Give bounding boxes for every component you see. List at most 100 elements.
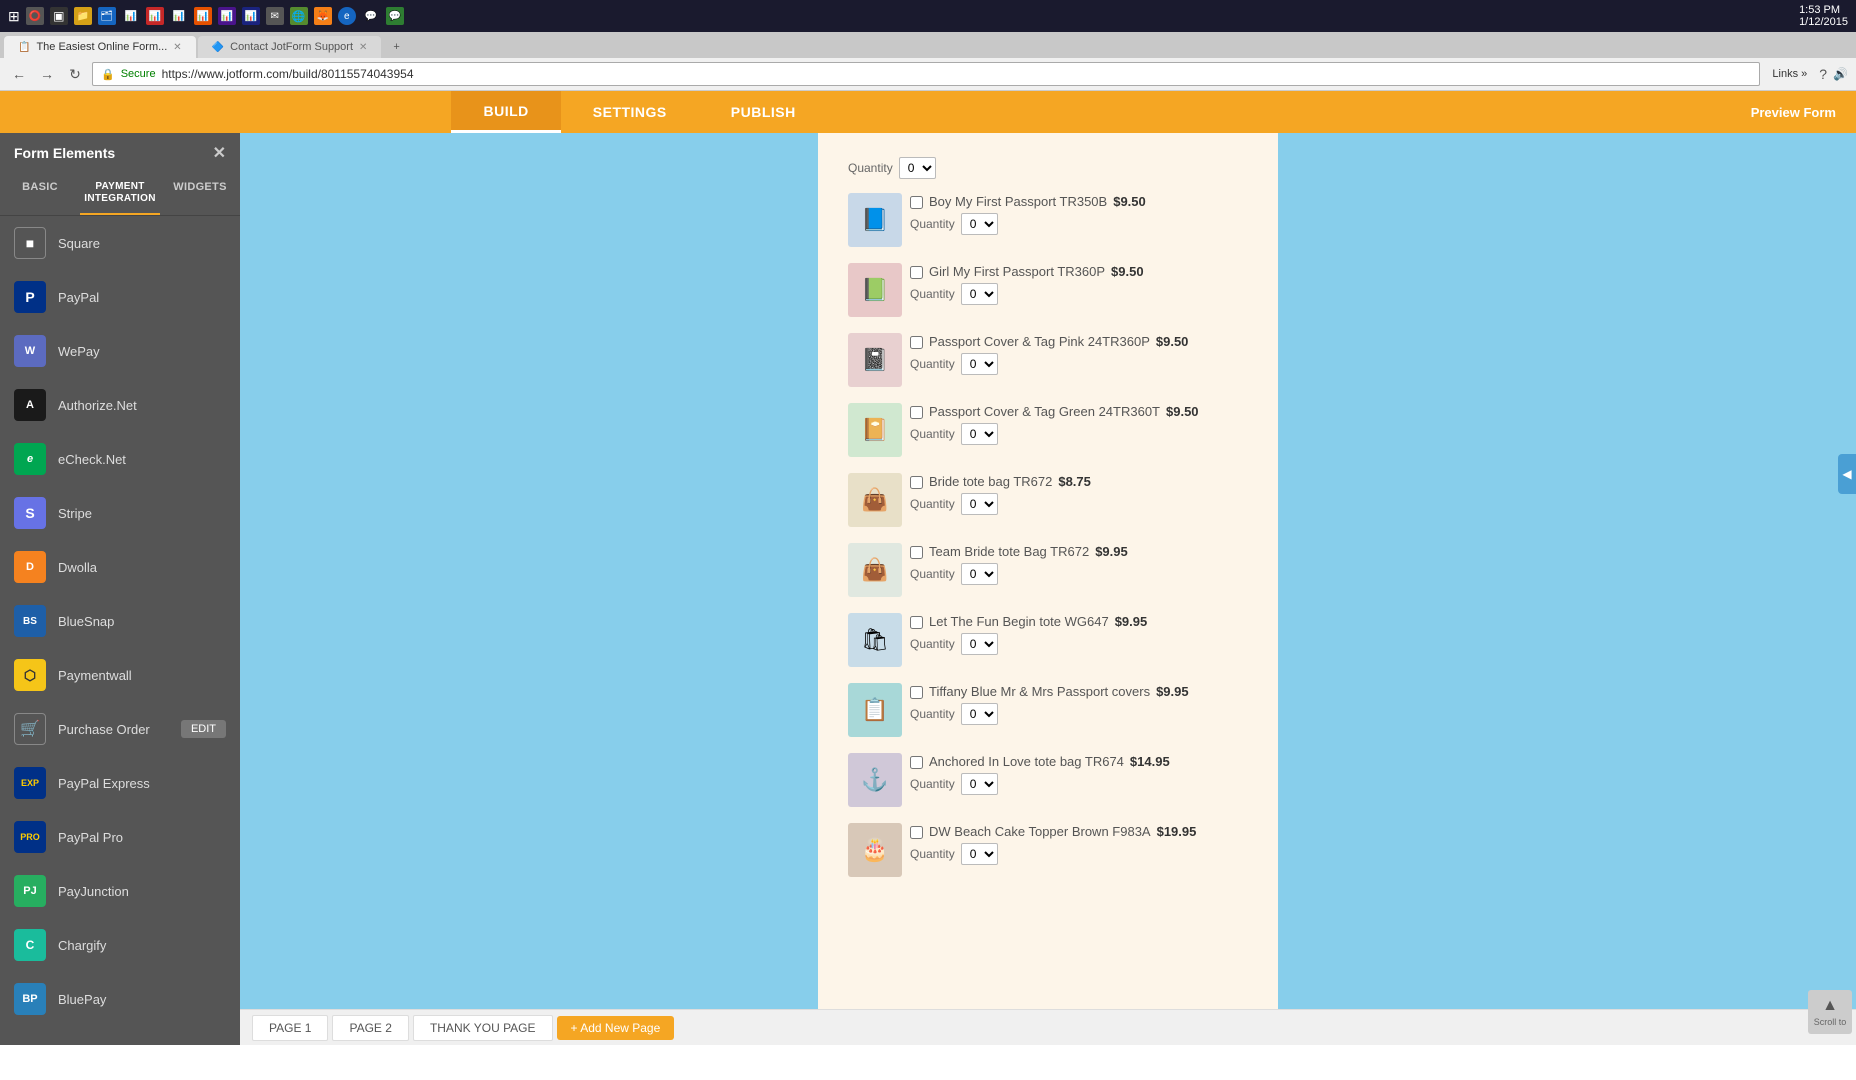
nav-tab-build[interactable]: BUILD	[451, 91, 560, 133]
product-qty-4: Quantity 012	[910, 423, 1248, 445]
nav-tab-publish[interactable]: PUBLISH	[699, 91, 828, 133]
sidebar-item-paypalexpress[interactable]: EXP PayPal Express	[0, 756, 240, 810]
add-page-button[interactable]: + Add New Page	[557, 1016, 675, 1040]
sidebar-item-paypal[interactable]: P PayPal	[0, 270, 240, 324]
taskbar-icon-7[interactable]: 📊	[170, 7, 188, 25]
taskbar-icon-10[interactable]: 📊	[242, 7, 260, 25]
tab-widgets[interactable]: WIDGETS	[160, 173, 240, 215]
taskbar-icon-15[interactable]: 💬	[362, 7, 380, 25]
sidebar-close-button[interactable]: ✕	[213, 143, 226, 163]
product-checkbox-1[interactable]	[910, 196, 923, 209]
sidebar-item-stripe[interactable]: S Stripe	[0, 486, 240, 540]
product-name-4: Passport Cover & Tag Green 24TR360T	[929, 404, 1160, 419]
sidebar-item-square[interactable]: ■ Square	[0, 216, 240, 270]
tab-basic[interactable]: BASIC	[0, 173, 80, 215]
taskbar-icon-12[interactable]: 🌐	[290, 7, 308, 25]
sidebar-item-paymentwall[interactable]: ⬡ Paymentwall	[0, 648, 240, 702]
browser-new-tab[interactable]: +	[383, 36, 409, 58]
qty-select-8[interactable]: 012	[961, 703, 998, 725]
taskbar-icon-9[interactable]: 📊	[218, 7, 236, 25]
sidebar-item-payjunction[interactable]: PJ PayJunction	[0, 864, 240, 918]
address-bar[interactable]: 🔒 Secure https://www.jotform.com/build/8…	[92, 62, 1760, 86]
sidebar-item-wepay[interactable]: W WePay	[0, 324, 240, 378]
qty-label-10: Quantity	[910, 847, 955, 861]
refresh-button[interactable]: ↻	[64, 63, 86, 85]
sidebar-item-purchase[interactable]: 🛒 Purchase Order EDIT	[0, 702, 240, 756]
product-details-1: Boy My First Passport TR350B $9.50 Quant…	[910, 193, 1248, 235]
sidebar-item-dwolla[interactable]: D Dwolla	[0, 540, 240, 594]
taskbar-icon-16[interactable]: 💬	[386, 7, 404, 25]
product-details-10: DW Beach Cake Topper Brown F983A $19.95 …	[910, 823, 1248, 865]
sidebar-item-chargify[interactable]: C Chargify	[0, 918, 240, 972]
qty-select-2[interactable]: 012	[961, 283, 998, 305]
product-checkbox-7[interactable]	[910, 616, 923, 629]
browser-tab-1[interactable]: 📋 The Easiest Online Form... ✕	[4, 36, 196, 58]
nav-tab-settings[interactable]: SETTINGS	[561, 91, 699, 133]
taskbar-icon-6[interactable]: 📊	[146, 7, 164, 25]
taskbar-icon-14[interactable]: e	[338, 7, 356, 25]
product-checkbox-6[interactable]	[910, 546, 923, 559]
qty-select-6[interactable]: 012	[961, 563, 998, 585]
qty-select-5[interactable]: 012	[961, 493, 998, 515]
sidebar-item-echeck[interactable]: e eCheck.Net	[0, 432, 240, 486]
sidebar-item-authorize[interactable]: A Authorize.Net	[0, 378, 240, 432]
product-checkbox-4[interactable]	[910, 406, 923, 419]
product-checkbox-10[interactable]	[910, 826, 923, 839]
sidebar-item-paypalpro[interactable]: PRO PayPal Pro	[0, 810, 240, 864]
dwolla-icon: D	[14, 551, 46, 583]
thankyou-button[interactable]: THANK YOU PAGE	[413, 1015, 553, 1041]
taskbar-icon-4[interactable]: 🗂	[98, 7, 116, 25]
taskbar-icon-8[interactable]: 📊	[194, 7, 212, 25]
help-icon[interactable]: ?	[1819, 66, 1827, 82]
qty-select-1[interactable]: 0123	[961, 213, 998, 235]
tab-payment[interactable]: PAYMENTINTEGRATION	[80, 173, 160, 215]
scroll-top-button[interactable]: ▲ Scroll to	[1808, 990, 1852, 1034]
purchase-edit-button[interactable]: EDIT	[181, 720, 226, 738]
product-name-10: DW Beach Cake Topper Brown F983A	[929, 824, 1151, 839]
product-checkbox-3[interactable]	[910, 336, 923, 349]
product-price-10: $19.95	[1157, 824, 1197, 839]
page2-button[interactable]: PAGE 2	[332, 1015, 408, 1041]
qty-select-4[interactable]: 012	[961, 423, 998, 445]
product-qty-8: Quantity 012	[910, 703, 1248, 725]
speaker-icon: 🔊	[1833, 67, 1848, 81]
qty-select-3[interactable]: 012	[961, 353, 998, 375]
product-checkbox-5[interactable]	[910, 476, 923, 489]
preview-form-button[interactable]: Preview Form	[1731, 105, 1856, 120]
taskbar-icon-11[interactable]: ✉	[266, 7, 284, 25]
taskbar-icon-5[interactable]: 📊	[122, 7, 140, 25]
start-icon[interactable]: ⊞	[8, 8, 20, 25]
product-item-8: 📋 Tiffany Blue Mr & Mrs Passport covers …	[848, 683, 1248, 737]
purchase-label: Purchase Order	[58, 722, 150, 737]
taskbar-icon-1[interactable]: ⭕	[26, 7, 44, 25]
blue-side-arrow[interactable]: ◀	[1838, 454, 1856, 494]
sidebar-item-bluesnap[interactable]: BS BlueSnap	[0, 594, 240, 648]
wepay-icon: W	[14, 335, 46, 367]
qty-select-7[interactable]: 012	[961, 633, 998, 655]
product-checkbox-2[interactable]	[910, 266, 923, 279]
product-checkbox-9[interactable]	[910, 756, 923, 769]
browser-tab-2[interactable]: 🔷 Contact JotForm Support ✕	[198, 36, 382, 58]
top-qty-select[interactable]: 0123	[899, 157, 936, 179]
taskbar-icon-2[interactable]: ▣	[50, 7, 68, 25]
secure-label: Secure	[121, 68, 156, 80]
back-button[interactable]: ←	[8, 63, 30, 85]
qty-select-9[interactable]: 012	[961, 773, 998, 795]
tab2-close[interactable]: ✕	[359, 42, 367, 53]
product-checkbox-8[interactable]	[910, 686, 923, 699]
qty-select-10[interactable]: 012	[961, 843, 998, 865]
square-label: Square	[58, 236, 100, 251]
product-name-7: Let The Fun Begin tote WG647	[929, 614, 1109, 629]
product-details-6: Team Bride tote Bag TR672 $9.95 Quantity…	[910, 543, 1248, 585]
page1-button[interactable]: PAGE 1	[252, 1015, 328, 1041]
taskbar-icon-13[interactable]: 🦊	[314, 7, 332, 25]
forward-button[interactable]: →	[36, 63, 58, 85]
sidebar-item-bluepay[interactable]: BP BluePay	[0, 972, 240, 1026]
product-qty-2: Quantity 012	[910, 283, 1248, 305]
tab1-close[interactable]: ✕	[173, 42, 181, 53]
sidebar-tabs: BASIC PAYMENTINTEGRATION WIDGETS	[0, 173, 240, 216]
taskbar-icon-3[interactable]: 📁	[74, 7, 92, 25]
product-details-9: Anchored In Love tote bag TR674 $14.95 Q…	[910, 753, 1248, 795]
browser-chrome: 📋 The Easiest Online Form... ✕ 🔷 Contact…	[0, 32, 1856, 91]
product-item-3: 📓 Passport Cover & Tag Pink 24TR360P $9.…	[848, 333, 1248, 387]
